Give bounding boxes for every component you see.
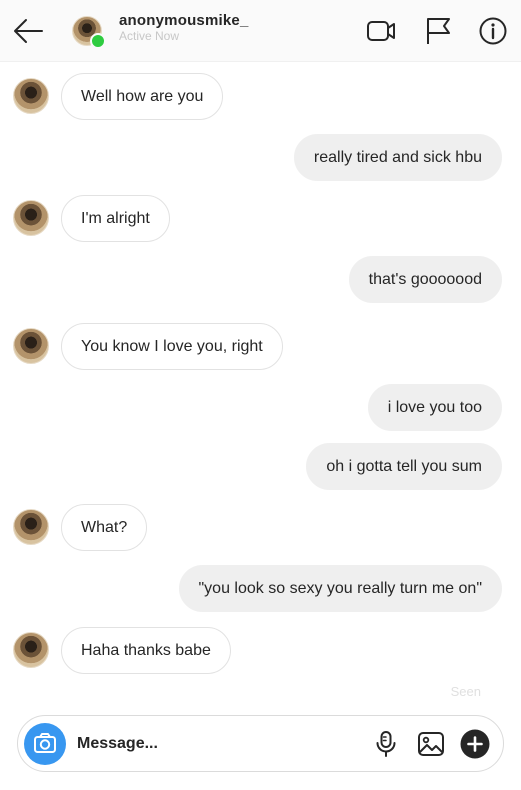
gallery-icon[interactable] — [417, 730, 445, 758]
back-arrow-icon[interactable] — [12, 17, 44, 45]
active-status: Active Now — [119, 29, 180, 43]
sender-avatar[interactable] — [13, 509, 49, 545]
avatar — [13, 78, 49, 114]
camera-icon — [34, 733, 56, 753]
seen-indicator: Seen — [450, 684, 481, 699]
online-indicator — [90, 33, 106, 49]
sender-avatar[interactable] — [13, 78, 49, 114]
avatar — [13, 328, 49, 364]
video-call-icon[interactable] — [366, 16, 396, 46]
username[interactable]: anonymousmike_ — [119, 12, 249, 29]
microphone-icon[interactable] — [372, 730, 400, 758]
flag-icon[interactable] — [424, 16, 454, 46]
sender-avatar[interactable] — [13, 632, 49, 668]
message-composer — [17, 715, 504, 772]
outgoing-message-bubble[interactable]: really tired and sick hbu — [293, 134, 502, 181]
incoming-message-bubble[interactable]: Well how are you — [61, 73, 224, 120]
header-avatar[interactable] — [72, 16, 106, 49]
plus-icon[interactable] — [460, 729, 490, 759]
sender-avatar[interactable] — [13, 200, 49, 236]
avatar — [13, 509, 49, 545]
message-input[interactable] — [77, 731, 327, 757]
incoming-message-bubble[interactable]: What? — [61, 504, 148, 551]
outgoing-message-bubble[interactable]: i love you too — [367, 384, 502, 431]
incoming-message-bubble[interactable]: I'm alright — [61, 195, 170, 242]
incoming-message-bubble[interactable]: Haha thanks babe — [61, 627, 231, 674]
outgoing-message-bubble[interactable]: oh i gotta tell you sum — [306, 443, 502, 490]
sender-avatar[interactable] — [13, 328, 49, 364]
outgoing-message-bubble[interactable]: "you look so sexy you really turn me on" — [178, 565, 502, 612]
info-icon[interactable] — [478, 16, 508, 46]
avatar — [13, 632, 49, 668]
incoming-message-bubble[interactable]: You know I love you, right — [61, 323, 283, 370]
chat-header: anonymousmike_ Active Now — [0, 0, 521, 62]
avatar — [13, 200, 49, 236]
camera-button[interactable] — [24, 723, 66, 765]
outgoing-message-bubble[interactable]: that's gooooood — [348, 256, 502, 303]
